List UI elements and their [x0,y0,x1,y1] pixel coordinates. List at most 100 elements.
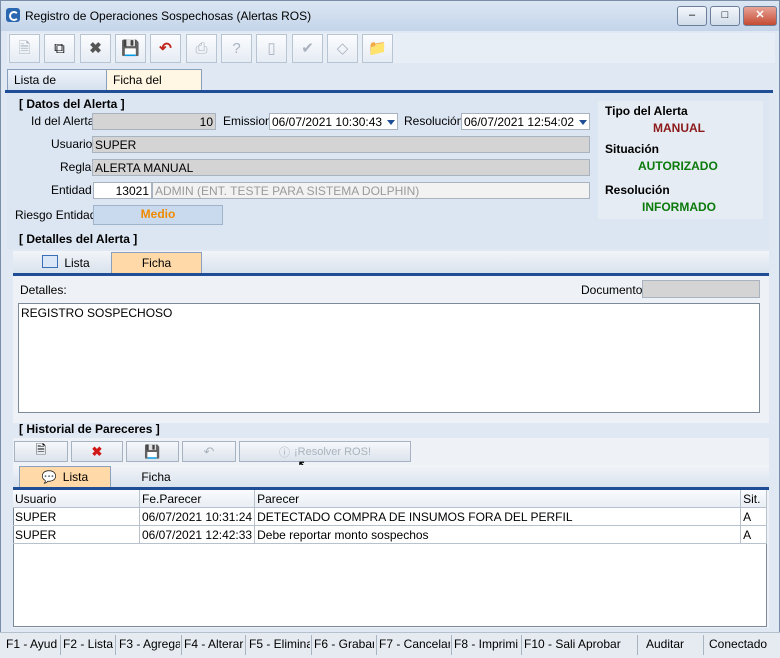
save-icon: 💾 [121,40,140,57]
documento-label: Documento [581,283,643,297]
detalles-tab-lista-label: Lista [64,256,90,270]
save-icon: 💾 [144,443,161,459]
comment-icon: 💬 [41,470,57,484]
emission-label: Emission [223,114,272,128]
check-button[interactable]: ✔ [292,34,323,63]
riesgo-badge: Medio [93,205,223,225]
f2-key[interactable]: F2 - Lista [63,637,113,651]
print-button[interactable]: ⎙ [186,34,217,63]
new-button[interactable]: 🗎 [9,34,40,63]
folder-icon: 📁 [368,40,387,57]
delete-icon: ✖ [89,40,102,57]
status-divider [521,635,522,655]
delete-button[interactable]: ✖ [80,34,111,63]
tab-ficha-registro[interactable]: Ficha del Registro [106,69,202,107]
entidad-code-field[interactable]: 13021 [93,182,152,199]
tab-lista-registros[interactable]: Lista de Registros [7,69,109,107]
status-divider [376,635,377,655]
detalles-tab-ficha[interactable]: Ficha [111,252,202,274]
eraser-icon: ◇ [336,40,349,57]
undo-button[interactable]: ↶ [150,34,181,63]
historial-tab-ficha[interactable]: Ficha [131,467,181,488]
copy-icon: ⧉ [54,40,65,57]
f6-key[interactable]: F6 - Grabar [314,637,374,651]
info-icon: ⓘ [278,446,290,459]
id-label: Id del Alerta [31,114,95,128]
table-row[interactable]: SUPER 06/07/2021 12:42:33 Debe reportar … [13,525,767,544]
maximize-button[interactable]: □ [710,6,740,26]
emission-value: 06/07/2021 10:30:43 [272,115,383,129]
f8-key[interactable]: F8 - Imprimi [454,637,520,651]
cell-fe-parecer: 06/07/2021 12:42:33 [139,525,256,544]
detalles-textarea[interactable]: REGISTRO SOSPECHOSO [18,303,760,413]
f4-key[interactable]: F4 - Alterar [184,637,244,651]
add-parecer-button[interactable]: 🗎 [14,441,68,462]
resolucion-value: 06/07/2021 12:54:02 [464,115,575,129]
tipo-label: Tipo del Alerta [605,104,688,118]
grid-header-row: Usuario Fe.Parecer Parecer Sit. [13,490,767,508]
resol-value: INFORMADO [642,200,716,214]
save-parecer-button[interactable]: 💾 [126,441,179,462]
auditar-key[interactable]: Auditar [646,637,698,651]
cell-parecer: DETECTADO COMPRA DE INSUMOS FORA DEL PER… [254,507,742,526]
situacion-value: AUTORIZADO [638,159,718,173]
historial-header: [ Historial de Pareceres ] [19,422,160,436]
col-parecer[interactable]: Parecer [254,490,742,508]
f1-key[interactable]: F1 - Ayud [6,637,59,651]
status-divider [311,635,312,655]
help-button[interactable]: ? [221,34,252,63]
resolucion-field[interactable]: 06/07/2021 12:54:02 [461,113,590,130]
resolver-ros-label: ¡Resolver ROS! [293,445,372,458]
historial-tab-lista[interactable]: 💬 Lista [19,466,111,488]
save-button[interactable]: 💾 [115,34,146,63]
folder-button[interactable]: 📁 [362,34,393,63]
copy-button[interactable]: ⧉ [44,34,75,63]
detalles-tab-lista[interactable]: Lista [41,253,91,274]
f7-key[interactable]: F7 - Cancelar [379,637,450,651]
status-bar: F1 - Ayud F2 - Lista F3 - Agrega F4 - Al… [0,632,780,658]
col-fe-parecer[interactable]: Fe.Parecer [139,490,256,508]
cell-fe-parecer: 06/07/2021 10:31:24 [139,507,256,526]
cell-sit: A [740,525,767,544]
new-document-icon: 🗎 [18,40,31,57]
cell-parecer: Debe reportar monto sospechos [254,525,742,544]
undo-icon: ↶ [203,443,215,459]
check-icon: ✔ [301,40,314,57]
main-window: Registro de Operaciones Sospechosas (Ale… [0,0,780,657]
riesgo-label: Riesgo Entidad [15,208,97,222]
tipo-value: MANUAL [653,121,705,135]
delete-parecer-button[interactable]: ✖ [71,441,123,462]
regla-field: ALERTA MANUAL [92,159,590,176]
chevron-down-icon[interactable] [387,120,395,125]
title-bar: Registro de Operaciones Sospechosas (Ale… [1,1,779,31]
id-field: 10 [92,113,216,130]
resolver-ros-button[interactable]: ⓘ ¡Resolver ROS! [239,441,411,462]
historial-tab-lista-label: Lista [62,470,89,484]
f3-key[interactable]: F3 - Agrega [119,637,180,651]
aprobar-key[interactable]: Aprobar [578,637,636,651]
chevron-down-icon[interactable] [579,120,587,125]
status-divider [451,635,452,655]
status-divider [637,635,638,655]
pareceres-table: Usuario Fe.Parecer Parecer Sit. SUPER 06… [13,490,767,544]
new-document-icon: 🗎 [35,441,47,457]
f10-key[interactable]: F10 - Salir [524,637,575,651]
col-sit[interactable]: Sit. [740,490,767,508]
datos-header: [ Datos del Alerta ] [19,97,125,111]
app-icon [6,8,20,22]
undo-parecer-button[interactable]: ↶ [182,441,236,462]
emission-field[interactable]: 06/07/2021 10:30:43 [269,113,398,130]
table-row[interactable]: SUPER 06/07/2021 10:31:24 DETECTADO COMP… [13,507,767,526]
f5-key[interactable]: F5 - Elimina [249,637,310,651]
minimize-button[interactable]: – [677,6,707,26]
help-icon: ? [232,40,241,57]
door-button[interactable]: ▯ [256,34,287,63]
delete-icon: ✖ [91,443,103,459]
cell-usuario: SUPER [13,507,140,526]
situacion-label: Situación [605,142,660,156]
close-button[interactable]: ✕ [743,6,777,26]
toolbar: 🗎 ⧉ ✖ 💾 ↶ ⎙ ? ▯ ✔ ◇ 📁 [7,33,775,63]
col-usuario[interactable]: Usuario [13,490,140,508]
eraser-button[interactable]: ◇ [327,34,358,63]
documento-field [642,280,760,298]
